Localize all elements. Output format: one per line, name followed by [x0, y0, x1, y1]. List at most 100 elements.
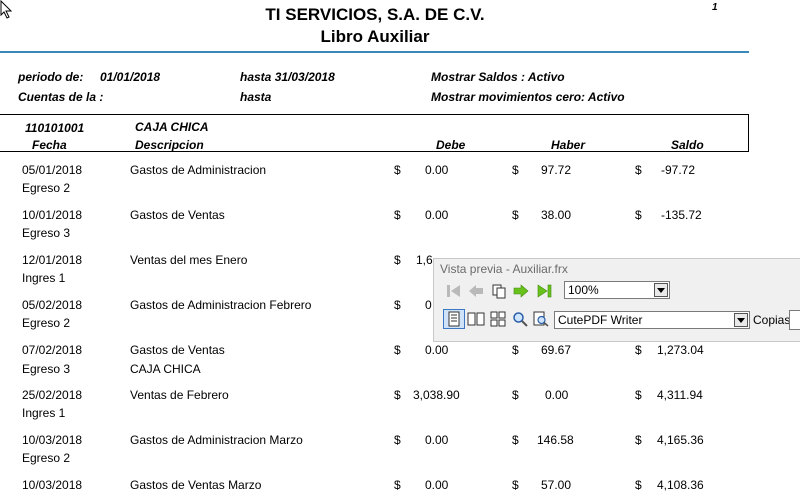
mostrar-saldos: Mostrar Saldos : Activo — [431, 70, 565, 84]
first-page-button[interactable] — [443, 281, 465, 301]
row-fecha: 07/02/2018 — [22, 343, 83, 357]
zoom-button[interactable] — [509, 309, 531, 329]
row-saldo: 4,108.36 — [657, 478, 704, 492]
row-tipo: Egreso 2 — [22, 451, 71, 465]
row-debe-currency: $ — [394, 478, 401, 492]
row-haber-currency: $ — [512, 433, 519, 447]
zoom-icon — [513, 312, 528, 327]
row-saldo-currency: $ — [635, 388, 642, 402]
periodo-to: 31/03/2018 — [274, 70, 335, 84]
zoom-value: 100% — [568, 283, 599, 297]
row-debe-currency: $ — [394, 433, 401, 447]
row-debe: 0 — [425, 298, 432, 312]
row-saldo: -135.72 — [661, 208, 702, 222]
row-debe: 0.00 — [425, 433, 449, 447]
row-haber-currency: $ — [512, 163, 519, 177]
chevron-down-icon[interactable] — [734, 313, 748, 327]
report-subtitle: Libro Auxiliar — [320, 27, 430, 46]
cuentas-label: Cuentas de la : — [18, 90, 104, 104]
periodo-hasta-group: hasta 31/03/2018 — [240, 70, 335, 84]
row-debe: 0.00 — [425, 343, 449, 357]
row-descripcion: Gastos de Administracion Marzo — [130, 433, 303, 447]
row-haber: 38.00 — [541, 208, 572, 222]
row-debe-currency: $ — [394, 163, 401, 177]
row-saldo-currency: $ — [635, 163, 642, 177]
row-saldo: 4,165.36 — [657, 433, 704, 447]
row-debe: 3,038.90 — [413, 388, 460, 402]
copy-pages-icon — [492, 284, 506, 299]
row-descripcion: Ventas del mes Enero — [130, 253, 248, 267]
row-haber: 97.72 — [541, 163, 572, 177]
row-debe-currency: $ — [394, 253, 401, 267]
page-number: 1 — [712, 2, 718, 13]
copies-label: Copias — [753, 313, 791, 327]
row-saldo: -97.72 — [661, 163, 696, 177]
two-pages-icon — [467, 312, 485, 326]
column-haber: Haber — [551, 138, 586, 152]
row-tipo: Ingres 1 — [22, 271, 66, 285]
mostrar-movimientos-cero: Mostrar movimientos cero: Activo — [431, 90, 625, 104]
row-fecha: 10/03/2018 — [22, 478, 83, 492]
row-debe-currency: $ — [394, 388, 401, 402]
zoom-page-icon — [533, 311, 549, 327]
row-descripcion: Gastos de Ventas — [130, 343, 225, 357]
row-debe: 1,6 — [416, 253, 433, 267]
zoom-page-button[interactable] — [530, 309, 552, 329]
periodo-label: periodo de: — [18, 70, 84, 84]
printer-select[interactable]: CutePDF Writer — [554, 311, 750, 329]
row-tipo: Ingres 1 — [22, 406, 66, 420]
row-saldo-currency: $ — [635, 208, 642, 222]
row-haber-currency: $ — [512, 208, 519, 222]
row-descripcion: Gastos de Ventas — [130, 208, 225, 222]
row-debe: 0.00 — [425, 163, 449, 177]
multi-page-icon — [490, 311, 506, 327]
row-haber: 0.00 — [545, 388, 569, 402]
row-fecha: 05/01/2018 — [22, 163, 83, 177]
two-pages-button[interactable] — [465, 309, 487, 329]
printer-value: CutePDF Writer — [558, 313, 643, 327]
row-descripcion: Gastos de Administracion — [130, 163, 267, 177]
row-tipo: Egreso 3 — [22, 362, 71, 376]
row-descripcion: Gastos de Ventas Marzo — [130, 478, 262, 492]
row-saldo-currency: $ — [635, 433, 642, 447]
zoom-select[interactable]: 100% — [564, 281, 670, 299]
hasta-label: hasta — [240, 70, 272, 84]
column-fecha: Fecha — [32, 138, 67, 152]
column-descripcion: Descripcion — [135, 138, 204, 152]
table-right-rule — [748, 114, 749, 151]
row-haber-currency: $ — [512, 388, 519, 402]
row-saldo: 1,273.04 — [657, 343, 704, 357]
cuentas-hasta-label: hasta — [240, 90, 272, 104]
account-name: CAJA CHICA — [135, 120, 209, 134]
row-tipo: Egreso 2 — [22, 316, 71, 330]
row-fecha: 10/01/2018 — [22, 208, 83, 222]
row-debe-currency: $ — [394, 343, 401, 357]
row-tipo: Egreso 3 — [22, 226, 71, 240]
row-fecha: 05/02/2018 — [22, 298, 83, 312]
chevron-down-icon[interactable] — [654, 283, 668, 297]
copy-pages-button[interactable] — [488, 281, 510, 301]
multi-page-button[interactable] — [487, 309, 509, 329]
account-code: 110101001 — [25, 121, 85, 135]
row-extra: CAJA CHICA — [130, 362, 201, 376]
row-haber-currency: $ — [512, 343, 519, 357]
row-saldo-currency: $ — [635, 343, 642, 357]
row-debe: 0.00 — [425, 208, 449, 222]
one-page-button[interactable] — [443, 309, 465, 329]
last-page-icon — [537, 284, 552, 298]
next-page-button[interactable] — [510, 281, 532, 301]
last-page-button[interactable] — [533, 281, 555, 301]
row-descripcion: Ventas de Febrero — [130, 388, 229, 402]
table-header-rule — [0, 151, 749, 152]
row-saldo-currency: $ — [635, 478, 642, 492]
previous-page-button[interactable] — [465, 281, 487, 301]
copies-input[interactable] — [789, 310, 800, 330]
first-page-icon — [447, 285, 460, 297]
table-top-rule — [0, 114, 749, 115]
row-fecha: 10/03/2018 — [22, 433, 83, 447]
header-divider — [0, 51, 749, 53]
row-debe-currency: $ — [394, 298, 401, 312]
preview-toolbar-title[interactable]: Vista previa - Auxiliar.frx — [440, 262, 568, 276]
company-title: TI SERVICIOS, S.A. DE C.V. — [265, 5, 485, 24]
row-fecha: 25/02/2018 — [22, 388, 83, 402]
